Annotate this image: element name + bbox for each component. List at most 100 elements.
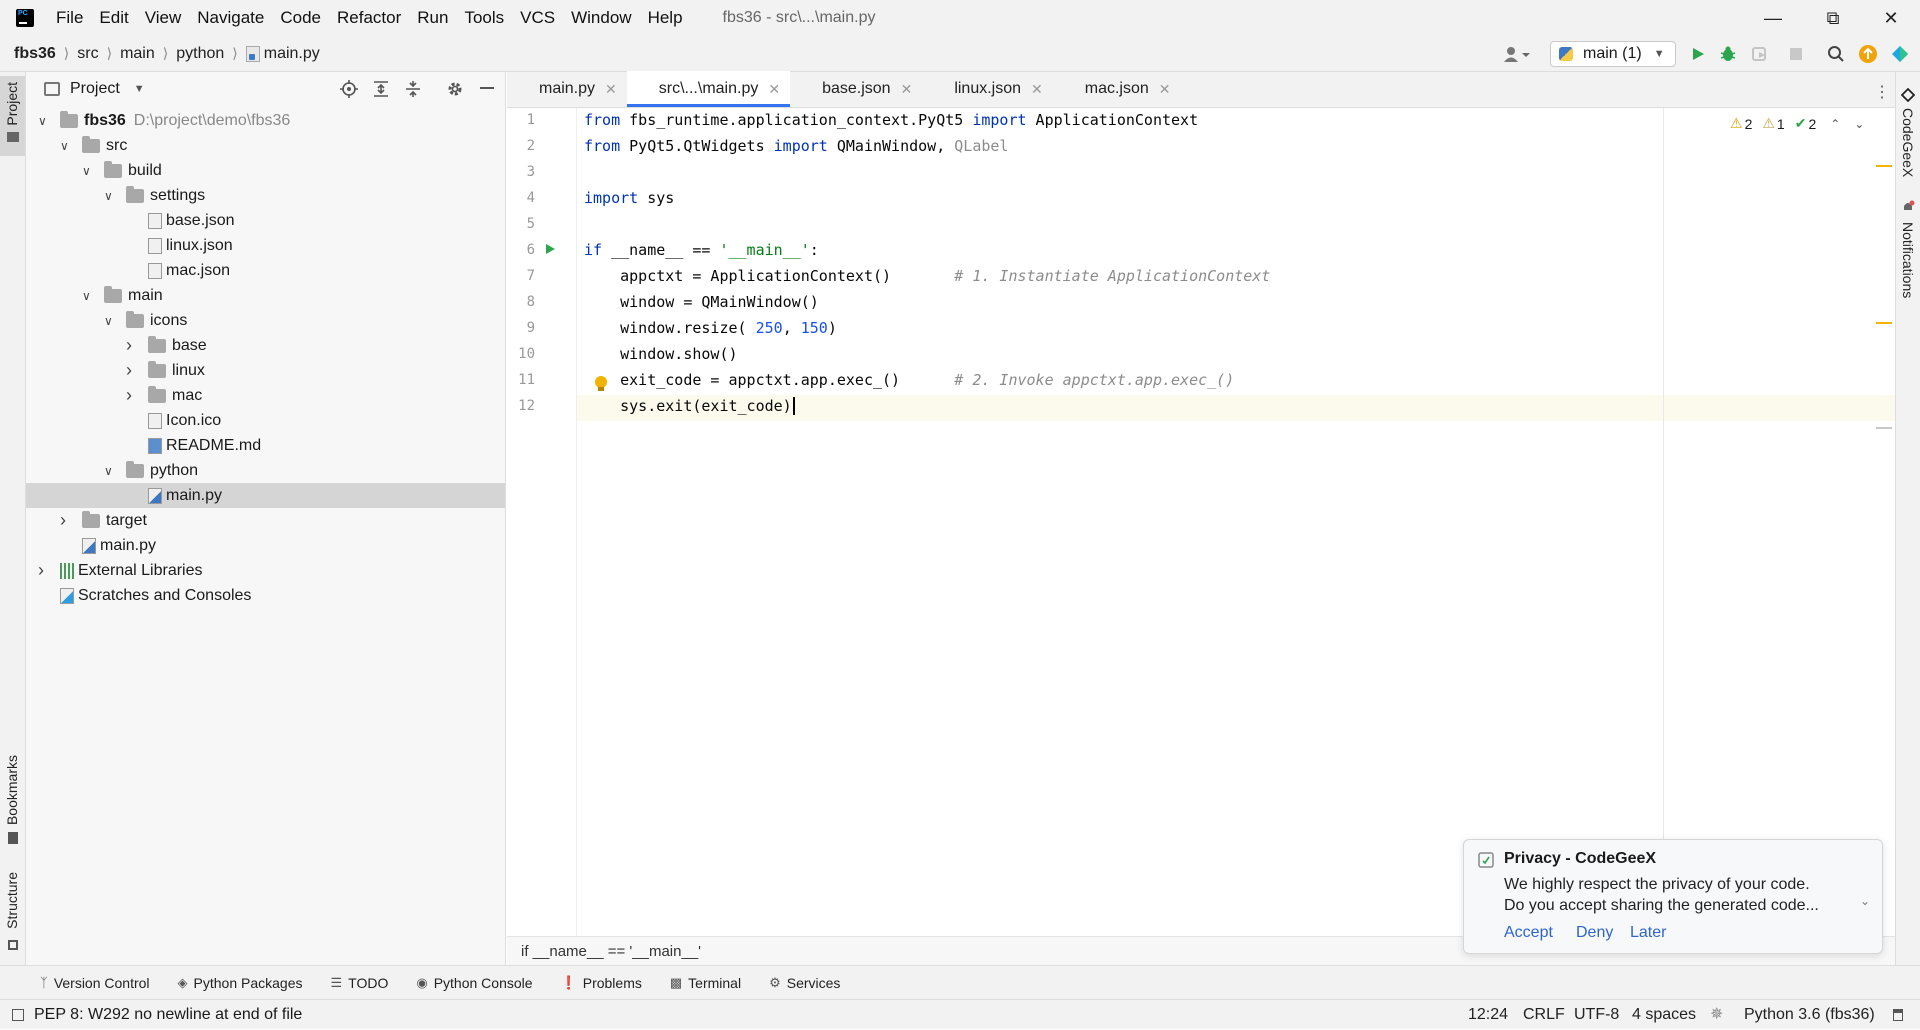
tree-item[interactable]: › linux [26,358,505,383]
tree-item[interactable]: main.py [26,533,505,558]
terminal-button[interactable]: ▩ Terminal [670,975,741,991]
tree-item[interactable]: ∨ icons [26,308,505,333]
menu-code[interactable]: Code [272,0,329,36]
project-stripe-label[interactable]: Project [4,82,20,126]
version-control-button[interactable]: ᛉ Version Control [40,975,150,991]
notifications-stripe-label[interactable]: Notifications [1900,222,1916,298]
chevron-right-icon[interactable]: › [126,360,140,381]
tree-item[interactable]: Scratches and Consoles [26,583,505,608]
more-tabs-icon[interactable]: ⋮ [1874,82,1890,102]
chevron-down-icon[interactable]: ∨ [60,139,74,153]
later-link[interactable]: Later [1630,924,1666,942]
tree-item[interactable]: ∨ python [26,458,505,483]
chevron-down-icon[interactable]: ▼ [134,83,145,95]
code-line[interactable]: window.resize( 250, 150) [584,315,837,341]
file-encoding[interactable]: UTF-8 [1574,1000,1619,1030]
services-button[interactable]: ⚙ Services [769,975,840,991]
menu-tools[interactable]: Tools [456,0,512,36]
tab-main-py[interactable]: main.py ✕ [507,71,627,107]
code-line[interactable]: import sys [584,185,674,211]
close-tab-icon[interactable]: ✕ [768,81,780,98]
tree-item[interactable]: › base [26,333,505,358]
deny-link[interactable]: Deny [1576,924,1613,942]
chevron-down-icon[interactable]: ∨ [38,114,52,128]
background-tasks-icon[interactable]: ✵ [1710,1000,1723,1030]
close-icon[interactable]: ✕ [1862,0,1920,36]
previous-highlight-icon[interactable]: ⌃ [1830,117,1840,131]
chevron-right-icon[interactable]: › [38,560,52,581]
breadcrumb-file[interactable]: main.py [264,45,320,63]
tree-item[interactable]: › mac [26,383,505,408]
breadcrumb-project[interactable]: fbs36 [14,45,56,63]
python-console-button[interactable]: ◉ Python Console [416,975,532,991]
tree-item[interactable]: ∨ settings [26,183,505,208]
expand-all-icon[interactable] [372,80,390,103]
tree-item[interactable]: ∨ src [26,133,505,158]
code-line[interactable]: from fbs_runtime.application_context.PyQ… [584,107,1198,133]
close-tab-icon[interactable]: ✕ [1031,81,1043,98]
tree-item[interactable]: Icon.ico [26,408,505,433]
run-icon[interactable] [1688,44,1708,64]
line-number[interactable]: 3 [507,159,535,185]
restore-icon[interactable]: ⧉ [1804,0,1862,36]
code-line[interactable]: appctxt = ApplicationContext() # 1. Inst… [584,263,1270,289]
status-message[interactable]: PEP 8: W292 no newline at end of file [34,1000,302,1030]
tab-linux-json[interactable]: linux.json ✕ [922,71,1052,107]
run-gutter-icon[interactable] [544,242,556,260]
line-number[interactable]: 10 [507,341,535,367]
python-interpreter[interactable]: Python 3.6 (fbs36) [1744,1000,1875,1030]
accept-link[interactable]: Accept [1504,924,1553,942]
menu-view[interactable]: View [137,0,190,36]
tree-item[interactable]: base.json [26,208,505,233]
debug-icon[interactable] [1718,44,1738,64]
menu-edit[interactable]: Edit [91,0,136,36]
chevron-right-icon[interactable]: › [126,335,140,356]
menu-run[interactable]: Run [409,0,456,36]
expand-notification-icon[interactable]: ⌄ [1860,894,1870,908]
run-configuration-select[interactable]: main (1) ▼ [1550,41,1676,67]
chevron-right-icon[interactable]: › [60,510,74,531]
line-number[interactable]: 4 [507,185,535,211]
line-number[interactable]: 9 [507,315,535,341]
tree-item[interactable]: ∨ build [26,158,505,183]
user-account-icon[interactable] [1500,44,1534,64]
bookmarks-stripe-label[interactable]: Bookmarks [4,755,20,825]
line-number[interactable]: 2 [507,133,535,159]
line-number[interactable]: 12 [507,393,535,419]
tab-base-json[interactable]: base.json ✕ [790,71,922,107]
line-number[interactable]: 7 [507,263,535,289]
tree-item[interactable]: main.py [26,483,505,508]
search-icon[interactable] [1826,44,1846,64]
tab-mac-json[interactable]: mac.json ✕ [1053,71,1181,107]
code-line[interactable]: exit_code = appctxt.app.exec_() # 2. Inv… [584,367,1234,393]
tree-item[interactable]: README.md [26,433,505,458]
next-highlight-icon[interactable]: ⌄ [1854,117,1864,131]
todo-button[interactable]: ☰ TODO [331,975,389,991]
menu-file[interactable]: File [48,0,91,36]
problems-button[interactable]: ❗ Problems [561,975,642,991]
breadcrumb-main[interactable]: main [120,45,155,63]
scroll-marker[interactable] [1876,322,1892,324]
chevron-right-icon[interactable]: › [126,385,140,406]
locate-file-icon[interactable] [340,80,358,103]
indent-setting[interactable]: 4 spaces [1632,1000,1696,1030]
line-separator[interactable]: CRLF [1523,1000,1565,1030]
tree-item[interactable]: mac.json [26,258,505,283]
chevron-down-icon[interactable]: ∨ [104,189,118,203]
stop-icon[interactable] [1786,44,1806,64]
menu-help[interactable]: Help [640,0,691,36]
caret-position[interactable]: 12:24 [1468,1000,1508,1030]
code-line[interactable]: window = QMainWindow() [584,289,819,315]
tree-item[interactable]: ∨ main [26,283,505,308]
chevron-down-icon[interactable]: ∨ [82,289,96,303]
python-packages-button[interactable]: ◈ Python Packages [178,975,303,991]
tree-item[interactable]: › target [26,508,505,533]
breadcrumb-python[interactable]: python [176,45,224,63]
line-number[interactable]: 11 [507,367,535,393]
minimize-icon[interactable]: — [1744,0,1802,36]
chevron-down-icon[interactable]: ∨ [82,164,96,178]
lightbulb-icon[interactable] [594,375,608,398]
tree-item[interactable]: ∨ fbs36 D:\project\demo\fbs36 [26,108,505,133]
tab-src-main-py[interactable]: src\...\main.py ✕ [626,71,791,107]
chevron-down-icon[interactable]: ∨ [104,464,118,478]
